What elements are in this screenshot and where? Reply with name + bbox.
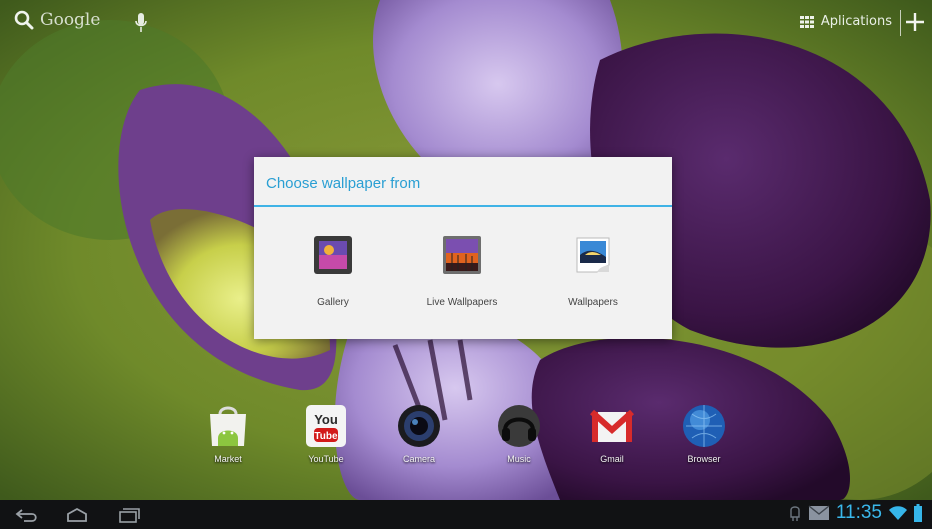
recent-apps-icon[interactable] (116, 506, 142, 524)
choose-wallpaper-dialog: Choose wallpaper from Gallery Live Wallp… (254, 157, 672, 339)
email-notification-icon (808, 505, 830, 520)
gallery-icon (314, 236, 352, 274)
search-icon (14, 10, 34, 30)
youtube-icon: You Tube (306, 405, 346, 447)
dock-item-market[interactable]: Market (188, 402, 268, 464)
google-search-label: Google (40, 10, 101, 30)
dock-item-browser[interactable]: Browser (664, 402, 744, 464)
youtube-icon-text-you: You (314, 412, 338, 427)
microphone-icon[interactable] (134, 12, 148, 34)
music-label: Music (507, 454, 531, 464)
wifi-icon (889, 506, 907, 520)
google-search-widget[interactable]: Google (14, 10, 100, 30)
browser-icon (683, 405, 725, 447)
live-wallpapers-icon (443, 236, 481, 274)
gmail-label: Gmail (600, 454, 624, 464)
applications-label: Aplications (820, 14, 892, 29)
apps-grid-icon (799, 15, 814, 28)
youtube-icon-text-tube: Tube (314, 431, 338, 442)
back-icon[interactable] (14, 506, 40, 524)
wallpapers-label: Wallpapers (568, 297, 618, 308)
live-wallpapers-label: Live Wallpapers (426, 297, 498, 308)
camera-label: Camera (402, 454, 435, 464)
system-navigation-bar: 11:35 (0, 500, 932, 529)
gmail-icon (589, 409, 635, 442)
music-icon (498, 405, 540, 447)
dock-item-gmail[interactable]: Gmail (572, 402, 652, 464)
applications-button[interactable]: Aplications (799, 14, 892, 29)
camera-icon (398, 405, 440, 447)
youtube-label: YouTube (308, 454, 344, 464)
live-wallpapers-option[interactable]: Live Wallpapers (407, 235, 517, 308)
clock: 11:35 (835, 502, 882, 523)
top-bar-divider (900, 10, 901, 36)
gallery-option[interactable]: Gallery (278, 235, 388, 308)
wallpapers-icon (576, 237, 610, 273)
add-icon[interactable] (904, 11, 926, 33)
status-area[interactable]: 11:35 (788, 502, 922, 524)
usb-debug-icon (790, 506, 800, 521)
dialog-title-divider (254, 205, 672, 207)
market-icon (210, 406, 246, 446)
dock-item-camera[interactable]: Camera (379, 402, 459, 464)
battery-icon (914, 504, 922, 522)
market-label: Market (214, 454, 242, 464)
browser-label: Browser (687, 454, 721, 464)
home-icon[interactable] (64, 506, 90, 524)
wallpapers-option[interactable]: Wallpapers (538, 235, 648, 308)
dock-item-youtube[interactable]: You Tube YouTube (286, 402, 366, 464)
dock-item-music[interactable]: Music (479, 402, 559, 464)
dialog-title: Choose wallpaper from (266, 175, 421, 192)
gallery-label: Gallery (317, 297, 349, 308)
top-bar: Google Aplications (0, 0, 932, 48)
